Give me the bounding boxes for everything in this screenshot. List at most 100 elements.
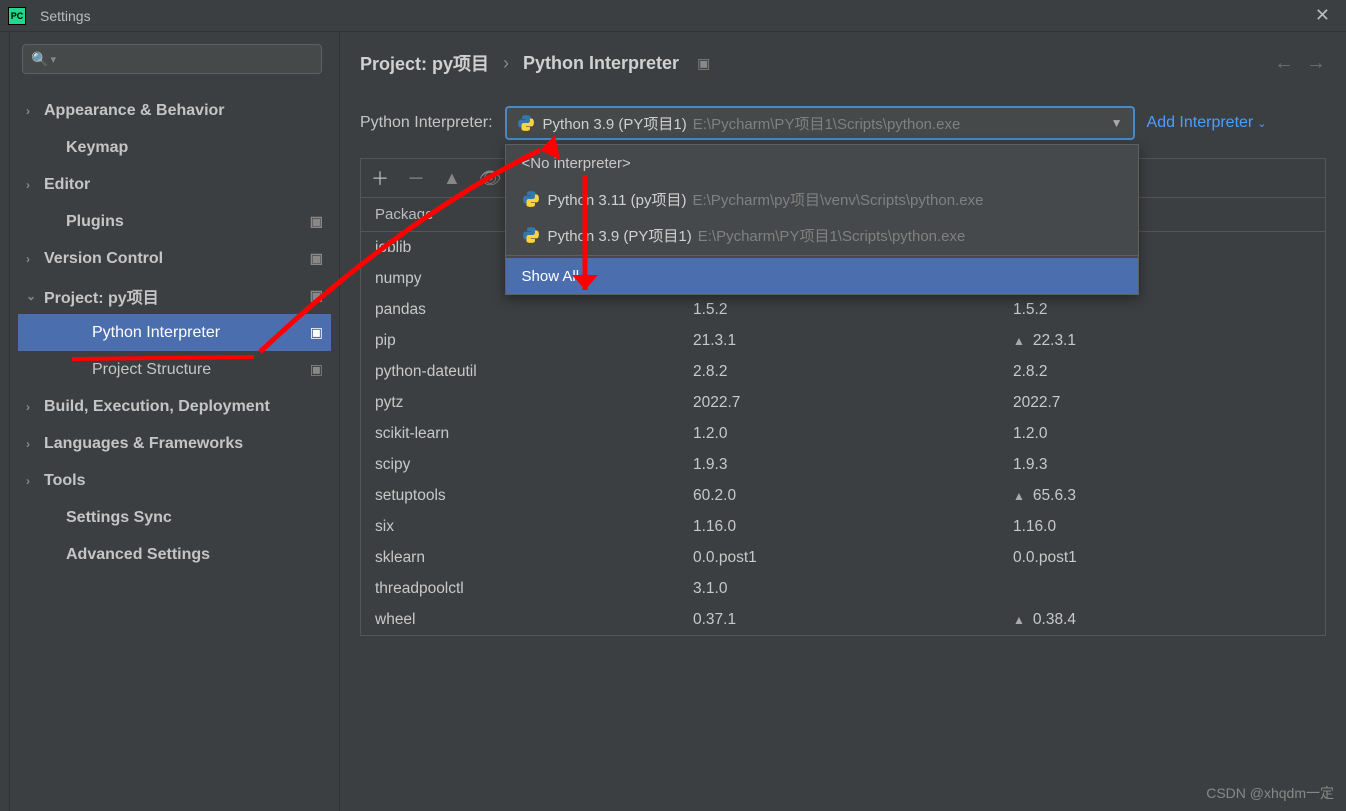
breadcrumb-project: Project: py项目 bbox=[360, 50, 489, 76]
breadcrumb: Project: py项目 › Python Interpreter ▣ bbox=[360, 50, 710, 76]
show-all-label: Show All... bbox=[522, 268, 592, 285]
sidebar-item-python-interpreter[interactable]: Python Interpreter▣ bbox=[18, 314, 331, 351]
sidebar-item-label: Settings Sync bbox=[66, 509, 323, 527]
sidebar-item-tools[interactable]: ›Tools bbox=[18, 462, 331, 499]
package-version: 1.16.0 bbox=[679, 518, 999, 536]
package-name: scipy bbox=[361, 456, 679, 474]
remove-package-icon[interactable]: － bbox=[407, 165, 425, 191]
dropdown-separator bbox=[506, 255, 1138, 256]
titlebar: PC Settings ✕ bbox=[0, 0, 1346, 32]
package-name: wheel bbox=[361, 611, 679, 629]
package-version: 2022.7 bbox=[679, 394, 999, 412]
package-name: python-dateutil bbox=[361, 363, 679, 381]
chevron-down-icon: ▼ bbox=[1111, 116, 1123, 130]
package-version: 0.37.1 bbox=[679, 611, 999, 629]
package-version: 0.0.post1 bbox=[679, 549, 999, 567]
dropdown-interpreter-option[interactable]: Python 3.11 (py项目)E:\Pycharm\py项目\venv\S… bbox=[506, 181, 1138, 217]
table-row[interactable]: setuptools60.2.0▲65.6.3 bbox=[361, 480, 1325, 511]
sidebar-item-label: Appearance & Behavior bbox=[44, 102, 323, 120]
upgrade-package-icon[interactable]: ▲ bbox=[443, 168, 461, 189]
eye-icon[interactable]: 👁 bbox=[479, 168, 502, 189]
sidebar-item-label: Project Structure bbox=[92, 361, 310, 379]
sidebar-item-version-control[interactable]: ›Version Control▣ bbox=[18, 240, 331, 277]
python-icon bbox=[522, 226, 540, 244]
table-row[interactable]: threadpoolctl3.1.0 bbox=[361, 573, 1325, 604]
close-icon[interactable]: ✕ bbox=[1307, 5, 1338, 26]
interpreter-label: Python Interpreter: bbox=[360, 114, 493, 132]
sidebar-item-build-execution-deployment[interactable]: ›Build, Execution, Deployment bbox=[18, 388, 331, 425]
dropdown-no-interpreter[interactable]: <No interpreter> bbox=[506, 145, 1138, 181]
dropdown-show-all[interactable]: Show All... bbox=[506, 258, 1138, 294]
breadcrumb-page: Python Interpreter bbox=[523, 53, 679, 74]
upgrade-available-icon: ▲ bbox=[1013, 334, 1025, 348]
chevron-right-icon: › bbox=[503, 53, 509, 74]
option-name: Python 3.9 (PY项目1) bbox=[548, 225, 692, 246]
package-name: threadpoolctl bbox=[361, 580, 679, 598]
package-name: scikit-learn bbox=[361, 425, 679, 443]
sidebar-item-label: Editor bbox=[44, 176, 323, 194]
package-version: 3.1.0 bbox=[679, 580, 999, 598]
app-icon: PC bbox=[8, 7, 26, 25]
package-version: 1.2.0 bbox=[679, 425, 999, 443]
nav-back-icon[interactable]: ← bbox=[1274, 52, 1294, 75]
table-row[interactable]: pandas1.5.21.5.2 bbox=[361, 294, 1325, 325]
package-name: pandas bbox=[361, 301, 679, 319]
table-row[interactable]: six1.16.01.16.0 bbox=[361, 511, 1325, 542]
sidebar-item-advanced-settings[interactable]: Advanced Settings bbox=[18, 536, 331, 573]
interpreter-select[interactable]: Python 3.9 (PY项目1) E:\Pycharm\PY项目1\Scri… bbox=[505, 106, 1135, 140]
table-row[interactable]: scipy1.9.31.9.3 bbox=[361, 449, 1325, 480]
sidebar-item-settings-sync[interactable]: Settings Sync bbox=[18, 499, 331, 536]
sidebar-item-label: Project: py项目 bbox=[44, 284, 310, 308]
chevron-down-icon: ⌄ bbox=[1257, 117, 1266, 130]
search-caret-icon: ▾ bbox=[50, 53, 56, 66]
config-icon: ▣ bbox=[310, 213, 323, 230]
chevron-right-icon: › bbox=[26, 104, 44, 118]
package-name: pytz bbox=[361, 394, 679, 412]
nav-forward-icon[interactable]: → bbox=[1306, 52, 1326, 75]
package-latest: 1.5.2 bbox=[999, 301, 1325, 319]
package-version: 1.9.3 bbox=[679, 456, 999, 474]
add-interpreter-button[interactable]: Add Interpreter ⌄ bbox=[1147, 114, 1267, 132]
sidebar-item-appearance-behavior[interactable]: ›Appearance & Behavior bbox=[18, 92, 331, 129]
table-row[interactable]: wheel0.37.1▲0.38.4 bbox=[361, 604, 1325, 635]
sidebar-item-keymap[interactable]: Keymap bbox=[18, 129, 331, 166]
sidebar-item-project-py-[interactable]: ⌄Project: py项目▣ bbox=[18, 277, 331, 314]
package-version: 1.5.2 bbox=[679, 301, 999, 319]
package-name: sklearn bbox=[361, 549, 679, 567]
search-input[interactable]: 🔍 ▾ bbox=[22, 44, 322, 74]
no-interpreter-label: <No interpreter> bbox=[522, 155, 631, 172]
sidebar-item-label: Python Interpreter bbox=[92, 324, 310, 342]
package-latest: ▲22.3.1 bbox=[999, 332, 1325, 350]
table-row[interactable]: scikit-learn1.2.01.2.0 bbox=[361, 418, 1325, 449]
package-latest: 1.2.0 bbox=[999, 425, 1325, 443]
option-path: E:\Pycharm\py项目\venv\Scripts\python.exe bbox=[692, 189, 983, 210]
sidebar-item-label: Keymap bbox=[66, 139, 323, 157]
settings-sidebar: 🔍 ▾ ›Appearance & BehaviorKeymap›EditorP… bbox=[10, 32, 340, 811]
sidebar-item-editor[interactable]: ›Editor bbox=[18, 166, 331, 203]
table-row[interactable]: pytz2022.72022.7 bbox=[361, 387, 1325, 418]
sidebar-item-project-structure[interactable]: Project Structure▣ bbox=[18, 351, 331, 388]
settings-tree: ›Appearance & BehaviorKeymap›EditorPlugi… bbox=[18, 92, 331, 573]
package-latest: ▲65.6.3 bbox=[999, 487, 1325, 505]
sidebar-item-label: Advanced Settings bbox=[66, 546, 323, 564]
chevron-right-icon: › bbox=[26, 474, 44, 488]
sidebar-item-label: Version Control bbox=[44, 250, 310, 268]
chevron-right-icon: › bbox=[26, 178, 44, 192]
package-latest: ▲0.38.4 bbox=[999, 611, 1325, 629]
add-package-icon[interactable]: ＋ bbox=[371, 165, 389, 191]
config-icon: ▣ bbox=[310, 250, 323, 267]
table-row[interactable]: sklearn0.0.post10.0.post1 bbox=[361, 542, 1325, 573]
dropdown-interpreter-option[interactable]: Python 3.9 (PY项目1) E:\Pycharm\PY项目1\Scrip… bbox=[506, 217, 1138, 253]
sidebar-item-languages-frameworks[interactable]: ›Languages & Frameworks bbox=[18, 425, 331, 462]
package-latest: 2022.7 bbox=[999, 394, 1325, 412]
search-icon: 🔍 bbox=[31, 51, 48, 68]
window-title: Settings bbox=[40, 8, 91, 24]
chevron-right-icon: › bbox=[26, 252, 44, 266]
config-icon: ▣ bbox=[310, 361, 323, 378]
interpreter-path: E:\Pycharm\PY项目1\Scripts\python.exe bbox=[693, 113, 961, 134]
upgrade-available-icon: ▲ bbox=[1013, 613, 1025, 627]
sidebar-item-plugins[interactable]: Plugins▣ bbox=[18, 203, 331, 240]
option-path: E:\Pycharm\PY项目1\Scripts\python.exe bbox=[698, 225, 966, 246]
table-row[interactable]: python-dateutil2.8.22.8.2 bbox=[361, 356, 1325, 387]
table-row[interactable]: pip21.3.1▲22.3.1 bbox=[361, 325, 1325, 356]
